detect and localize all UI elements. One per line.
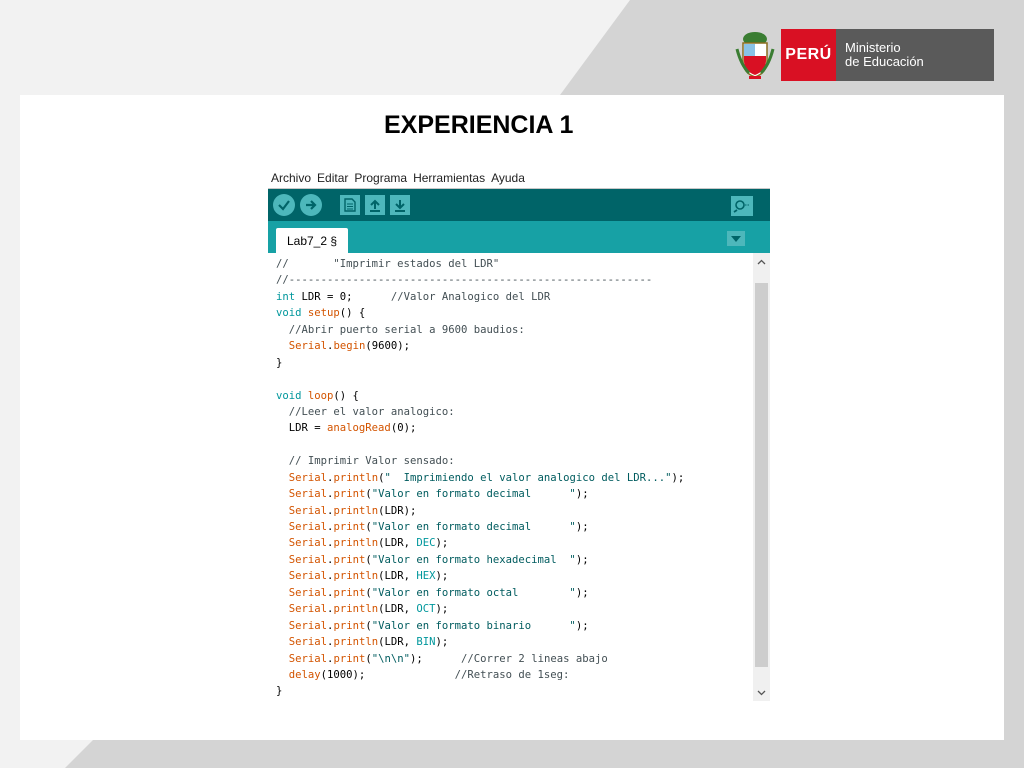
code-line[interactable]: delay(1000); //Retraso de 1seg: — [276, 667, 684, 683]
peru-label: PERÚ — [781, 29, 836, 81]
code-line[interactable]: Serial.println(LDR, OCT); — [276, 601, 684, 617]
code-line[interactable]: Serial.print("Valor en formato decimal "… — [276, 486, 684, 502]
code-line[interactable]: Serial.print("Valor en formato decimal "… — [276, 519, 684, 535]
scroll-down-button[interactable] — [753, 684, 770, 701]
ministry-logo: PERÚ Ministerio de Educación — [735, 29, 994, 81]
toolbar — [268, 189, 770, 221]
scroll-up-button[interactable] — [753, 253, 770, 270]
code-line[interactable]: LDR = analogRead(0); — [276, 420, 684, 436]
vertical-scrollbar[interactable] — [753, 253, 770, 701]
scrollbar-thumb[interactable] — [755, 283, 768, 667]
new-file-icon — [344, 198, 356, 212]
serial-monitor-button[interactable] — [731, 196, 753, 216]
tab-lab7-2[interactable]: Lab7_2 § — [276, 228, 348, 253]
code-line[interactable]: //Abrir puerto serial a 9600 baudios: — [276, 322, 684, 338]
slide-left-band — [0, 95, 20, 740]
serial-monitor-icon — [733, 200, 750, 213]
ministry-line-1: Ministerio — [845, 40, 901, 55]
save-button[interactable] — [390, 195, 410, 215]
code-line[interactable]: } — [276, 683, 684, 699]
code-line[interactable]: Serial.print("Valor en formato hexadecim… — [276, 552, 684, 568]
code-line[interactable]: Serial.print("Valor en formato octal "); — [276, 585, 684, 601]
upload-button[interactable] — [300, 194, 322, 216]
code-line[interactable]: // Imprimir Valor sensado: — [276, 453, 684, 469]
code-text[interactable]: // "Imprimir estados del LDR"//---------… — [276, 256, 684, 700]
menu-bar: Archivo Editar Programa Herramientas Ayu… — [268, 168, 770, 189]
code-line[interactable]: Serial.println(LDR, HEX); — [276, 568, 684, 584]
menu-ayuda[interactable]: Ayuda — [491, 171, 525, 185]
tab-bar: Lab7_2 § — [268, 221, 770, 253]
code-line[interactable]: int LDR = 0; //Valor Analogico del LDR — [276, 289, 684, 305]
ministry-line-2: de Educación — [845, 54, 924, 69]
code-line[interactable]: Serial.print("Valor en formato binario "… — [276, 618, 684, 634]
open-up-arrow-icon — [370, 199, 380, 212]
code-line[interactable]: Serial.println(LDR, DEC); — [276, 535, 684, 551]
code-line[interactable]: Serial.println(LDR); — [276, 503, 684, 519]
menu-herramientas[interactable]: Herramientas — [413, 171, 485, 185]
verify-button[interactable] — [273, 194, 295, 216]
code-line[interactable]: Serial.begin(9600); — [276, 338, 684, 354]
slide-title: EXPERIENCIA 1 — [384, 111, 574, 139]
chevron-up-icon — [757, 259, 766, 264]
code-line[interactable]: Serial.println(" Imprimiendo el valor an… — [276, 470, 685, 486]
code-line[interactable]: ​ — [276, 371, 684, 387]
code-line[interactable]: void setup() { — [276, 305, 684, 321]
code-line[interactable]: ​ — [276, 437, 684, 453]
code-line[interactable]: //--------------------------------------… — [276, 272, 684, 288]
chevron-down-icon — [757, 690, 766, 695]
new-button[interactable] — [340, 195, 360, 215]
menu-programa[interactable]: Programa — [354, 171, 407, 185]
code-line[interactable]: Serial.print("\n\n"); //Correr 2 lineas … — [276, 651, 684, 667]
code-line[interactable]: } — [276, 355, 684, 371]
coat-of-arms-icon — [735, 32, 775, 79]
tab-menu-button[interactable] — [727, 231, 745, 246]
slide-bottom-shade — [65, 740, 1024, 768]
menu-editar[interactable]: Editar — [317, 171, 348, 185]
slide-right-band — [1004, 95, 1024, 740]
code-line[interactable]: //Leer el valor analogico: — [276, 404, 684, 420]
code-line[interactable]: void loop() { — [276, 388, 684, 404]
ministry-name: Ministerio de Educación — [836, 29, 994, 81]
code-editor[interactable]: // "Imprimir estados del LDR"//---------… — [268, 253, 770, 701]
open-button[interactable] — [365, 195, 385, 215]
upload-arrow-icon — [306, 200, 317, 210]
code-line[interactable]: Serial.println(LDR, BIN); — [276, 634, 684, 650]
save-down-arrow-icon — [395, 200, 405, 212]
menu-archivo[interactable]: Archivo — [271, 171, 311, 185]
arduino-ide-window: Archivo Editar Programa Herramientas Ayu… — [268, 168, 770, 701]
code-line[interactable]: // "Imprimir estados del LDR" — [276, 256, 684, 272]
chevron-down-icon — [731, 235, 741, 242]
verify-check-icon — [278, 200, 290, 211]
